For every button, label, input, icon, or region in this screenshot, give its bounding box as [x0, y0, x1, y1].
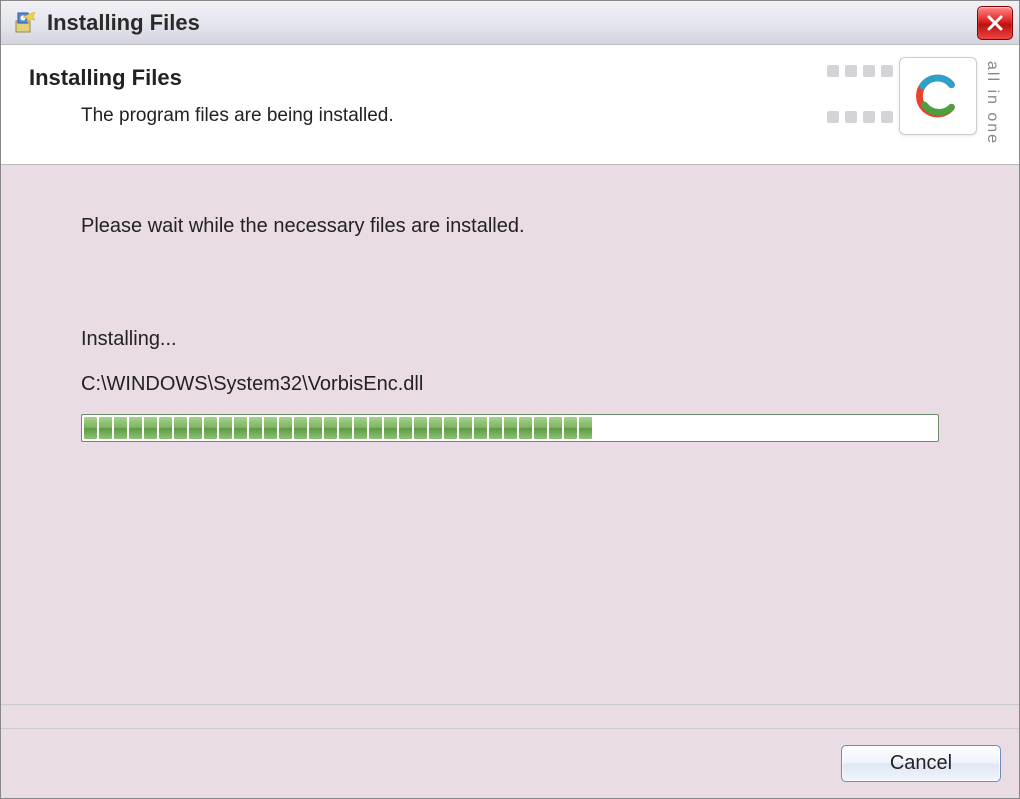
close-icon — [986, 14, 1004, 32]
logo-card — [899, 57, 977, 135]
badge-text: all in one — [983, 57, 1001, 145]
footer-separator — [1, 705, 1019, 729]
installer-icon — [13, 11, 37, 35]
brand-badge: all in one — [827, 57, 1001, 157]
titlebar-left: Installing Files — [13, 10, 200, 36]
wait-message: Please wait while the necessary files ar… — [81, 215, 939, 238]
close-button[interactable] — [977, 6, 1013, 40]
film-strip-icon — [827, 65, 893, 157]
logo-c-icon — [911, 69, 965, 123]
progress-bar — [81, 414, 939, 442]
installer-window: Installing Files Installing Files The pr… — [0, 0, 1020, 799]
installing-label: Installing... — [81, 328, 939, 351]
body-section: Please wait while the necessary files ar… — [1, 165, 1019, 705]
titlebar[interactable]: Installing Files — [1, 1, 1019, 45]
button-bar: Cancel — [1, 729, 1019, 798]
window-title: Installing Files — [47, 10, 200, 36]
header-section: Installing Files The program files are b… — [1, 45, 1019, 165]
current-file-path: C:\WINDOWS\System32\VorbisEnc.dll — [81, 373, 939, 396]
cancel-button[interactable]: Cancel — [841, 745, 1001, 782]
